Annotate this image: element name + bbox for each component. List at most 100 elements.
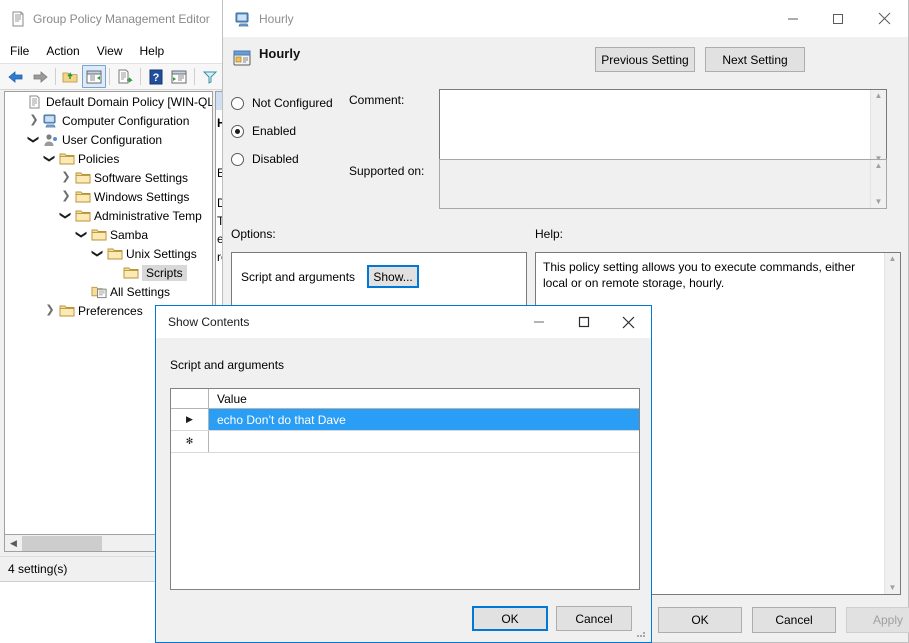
radio-not-configured[interactable]: Not Configured — [231, 89, 361, 117]
radio-indicator-icon — [231, 96, 244, 110]
hourly-header-row: Hourly Previous Setting Next Setting — [223, 37, 908, 81]
radio-label: Disabled — [252, 152, 299, 166]
radio-label: Enabled — [252, 124, 297, 138]
help-icon[interactable]: ? — [144, 65, 168, 88]
minimize-icon[interactable] — [516, 307, 561, 338]
minimize-icon[interactable] — [770, 4, 815, 34]
tree-item-samba[interactable]: ❮ Samba — [5, 225, 212, 244]
show-contents-body: Script and arguments Value ▶ echo Don’t … — [156, 338, 651, 642]
tree-item-label: All Settings — [110, 284, 171, 299]
scroll-left-icon[interactable]: ◀ — [5, 538, 22, 549]
show-contents-button-row: OK Cancel — [156, 598, 651, 642]
tree-item-scripts[interactable]: Scripts — [5, 263, 212, 282]
ok-button[interactable]: OK — [658, 607, 742, 633]
tree-item-label: Unix Settings — [126, 246, 197, 261]
supported-on-scrollbar[interactable]: ▲ ▼ — [870, 160, 886, 208]
tree-item-label: Samba — [110, 227, 149, 242]
scroll-up-icon[interactable]: ▲ — [875, 92, 883, 100]
chevron-right-icon[interactable]: ❯ — [58, 189, 74, 205]
maximize-icon[interactable] — [561, 307, 606, 338]
tree-item-administrative-temp[interactable]: ❮ Administrative Temp — [5, 206, 212, 225]
tree-item-policies[interactable]: ❮ Policies — [5, 149, 212, 168]
grid-header-row: Value — [171, 389, 639, 409]
new-row-marker-icon: ✻ — [171, 431, 209, 452]
previous-setting-button[interactable]: Previous Setting — [595, 47, 695, 72]
folder-icon — [123, 265, 139, 281]
show-contents-title: Show Contents — [168, 315, 250, 329]
ok-button[interactable]: OK — [472, 606, 548, 631]
policy-doc-icon — [27, 94, 43, 110]
forward-icon[interactable] — [28, 65, 52, 88]
computer-icon — [43, 113, 59, 129]
radio-disabled[interactable]: Disabled — [231, 145, 361, 173]
tree-item-all-settings[interactable]: All Settings — [5, 282, 212, 301]
menu-help[interactable]: Help — [140, 44, 165, 58]
filter-icon[interactable] — [198, 65, 222, 88]
tree-item-software-settings[interactable]: ❯ Software Settings — [5, 168, 212, 187]
scrollbar-thumb[interactable] — [22, 535, 102, 551]
gpme-title-text: Group Policy Management Editor — [33, 12, 210, 26]
tree-twisty-placeholder — [10, 94, 26, 110]
chevron-down-icon[interactable]: ❮ — [74, 227, 90, 243]
chevron-right-icon[interactable]: ❯ — [42, 303, 58, 319]
next-setting-button[interactable]: Next Setting — [705, 47, 805, 72]
hourly-setting-name: Hourly — [259, 46, 301, 61]
status-text: 4 setting(s) — [8, 561, 68, 576]
menu-view[interactable]: View — [97, 44, 123, 58]
folder-icon — [75, 208, 91, 224]
up-folder-icon[interactable] — [58, 65, 82, 88]
row-value[interactable] — [209, 431, 639, 452]
tree-item-unix-settings[interactable]: ❮ Unix Settings — [5, 244, 212, 263]
table-row[interactable]: ▶ echo Don’t do that Dave — [171, 409, 639, 431]
row-value[interactable]: echo Don’t do that Dave — [209, 409, 639, 430]
chevron-down-icon[interactable]: ❮ — [42, 151, 58, 167]
tree-item-default-domain-policy-win-ql[interactable]: Default Domain Policy [WIN-QL — [5, 92, 212, 111]
tree-item-label: Computer Configuration — [62, 113, 190, 128]
tree-item-windows-settings[interactable]: ❯ Windows Settings — [5, 187, 212, 206]
close-icon[interactable] — [860, 4, 908, 34]
show-hide-tree-icon[interactable] — [82, 65, 106, 88]
export-list-icon[interactable] — [113, 65, 137, 88]
scroll-up-icon[interactable]: ▲ — [889, 255, 897, 263]
scroll-down-icon[interactable]: ▼ — [889, 584, 897, 592]
row-marker-icon: ▶ — [171, 409, 209, 430]
scroll-down-icon[interactable]: ▼ — [875, 198, 883, 206]
maximize-icon[interactable] — [815, 4, 860, 34]
toolbar-separator — [139, 68, 141, 85]
tree-item-label: Scripts — [142, 264, 187, 281]
tree-item-label: Windows Settings — [94, 189, 190, 204]
values-grid[interactable]: Value ▶ echo Don’t do that Dave ✻ — [170, 388, 640, 590]
resize-grip-icon[interactable] — [635, 627, 647, 639]
supported-on-label: Supported on: — [349, 164, 425, 178]
cancel-button[interactable]: Cancel — [556, 606, 632, 631]
show-button[interactable]: Show... — [367, 265, 420, 288]
chevron-right-icon[interactable]: ❯ — [58, 170, 74, 186]
back-icon[interactable] — [4, 65, 28, 88]
comment-field[interactable]: ▲ ▼ — [439, 89, 887, 166]
scroll-up-icon[interactable]: ▲ — [875, 162, 883, 170]
menu-action[interactable]: Action — [46, 44, 79, 58]
tree-item-computer-configuration[interactable]: ❯ Computer Configuration — [5, 111, 212, 130]
radio-indicator-icon — [231, 152, 244, 166]
folder-icon — [75, 189, 91, 205]
properties-icon[interactable] — [167, 65, 191, 88]
menu-file[interactable]: File — [10, 44, 29, 58]
cancel-button[interactable]: Cancel — [752, 607, 836, 633]
show-contents-dialog: Show Contents Script and arguments Value… — [155, 305, 652, 643]
chevron-down-icon[interactable]: ❮ — [90, 246, 106, 262]
comment-label: Comment: — [349, 93, 405, 107]
table-row[interactable]: ✻ — [171, 431, 639, 453]
comment-scrollbar[interactable]: ▲ ▼ — [870, 90, 886, 165]
tree-twisty-placeholder — [74, 284, 90, 300]
chevron-right-icon[interactable]: ❯ — [26, 113, 42, 129]
chevron-down-icon[interactable]: ❮ — [26, 132, 42, 148]
close-icon[interactable] — [606, 307, 651, 338]
tree-item-user-configuration[interactable]: ❮ User Configuration — [5, 130, 212, 149]
policy-setting-icon — [233, 49, 251, 67]
help-scrollbar[interactable]: ▲ ▼ — [884, 253, 900, 594]
radio-enabled[interactable]: Enabled — [231, 117, 361, 145]
folder-icon — [75, 170, 91, 186]
folder-icon — [91, 227, 107, 243]
svg-text:?: ? — [152, 72, 159, 84]
chevron-down-icon[interactable]: ❮ — [58, 208, 74, 224]
